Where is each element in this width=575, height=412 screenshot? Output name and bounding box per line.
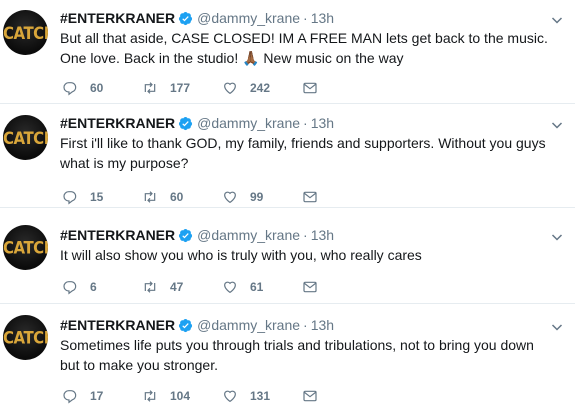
retweet-icon — [144, 281, 156, 293]
like-button[interactable]: 131 — [222, 388, 302, 404]
reply-count: 17 — [90, 389, 104, 403]
handle[interactable]: @dammy_krane — [197, 315, 300, 335]
handle[interactable]: @dammy_krane — [197, 8, 300, 28]
display-name[interactable]: #ENTERKRANER — [60, 8, 175, 28]
like-count: 131 — [250, 389, 271, 403]
message-button[interactable] — [302, 189, 382, 205]
timestamp[interactable]: 13h — [311, 8, 334, 28]
reply-button[interactable]: 60 — [62, 80, 142, 96]
reply-icon — [63, 191, 77, 205]
retweet-count: 177 — [170, 81, 191, 95]
chevron-down-icon[interactable] — [551, 14, 563, 26]
handle[interactable]: @dammy_krane — [197, 113, 300, 133]
tweet-text: But all that aside, CASE CLOSED! IM A FR… — [60, 30, 548, 66]
like-icon — [224, 281, 236, 294]
tweet-text: It will also show you who is truly with … — [60, 247, 422, 263]
display-name[interactable]: #ENTERKRANER — [60, 113, 175, 133]
message-icon — [303, 191, 317, 203]
retweet-icon — [144, 390, 156, 402]
reply-count: 60 — [90, 81, 104, 95]
tweet[interactable]: CATCH #ENTERKRANER @dammy_krane · 13h Bu… — [0, 0, 575, 104]
avatar-logo-text: CATCH — [3, 22, 48, 44]
message-button[interactable] — [302, 279, 382, 295]
like-icon — [224, 390, 236, 403]
timestamp[interactable]: 13h — [311, 225, 334, 245]
timestamp[interactable]: 13h — [311, 113, 334, 133]
retweet-button[interactable]: 47 — [142, 279, 222, 295]
like-count: 61 — [250, 280, 264, 294]
display-name[interactable]: #ENTERKRANER — [60, 225, 175, 245]
retweet-icon — [144, 191, 156, 203]
retweet-button[interactable]: 104 — [142, 388, 222, 404]
message-button[interactable] — [302, 388, 382, 404]
tweet[interactable]: CATCH #ENTERKRANER @dammy_krane · 13h Fi… — [0, 105, 575, 208]
verified-badge-icon — [179, 228, 193, 242]
reply-icon — [63, 82, 77, 96]
retweet-icon — [144, 82, 156, 94]
verified-badge-icon — [179, 318, 193, 332]
retweet-button[interactable]: 177 — [142, 80, 222, 96]
like-button[interactable]: 242 — [222, 80, 302, 96]
avatar[interactable]: CATCH — [3, 10, 48, 55]
retweet-count: 104 — [170, 389, 191, 403]
tweet-feed: CATCH #ENTERKRANER @dammy_krane · 13h Bu… — [0, 0, 575, 412]
message-icon — [303, 281, 317, 293]
like-button[interactable]: 99 — [222, 189, 302, 205]
avatar-logo-text: CATCH — [3, 127, 48, 149]
tweet[interactable]: CATCH #ENTERKRANER @dammy_krane · 13h It… — [0, 209, 575, 304]
tweet-text: Sometimes life puts you through trials a… — [60, 337, 534, 373]
like-count: 99 — [250, 190, 264, 204]
reply-button[interactable]: 6 — [62, 279, 142, 295]
verified-badge-icon — [179, 11, 193, 25]
chevron-down-icon[interactable] — [551, 119, 563, 131]
handle[interactable]: @dammy_krane — [197, 225, 300, 245]
avatar[interactable]: CATCH — [3, 315, 48, 360]
reply-icon — [63, 281, 77, 295]
like-count: 242 — [250, 81, 271, 95]
like-icon — [224, 191, 236, 204]
chevron-down-icon[interactable] — [551, 321, 563, 333]
verified-badge-icon — [179, 116, 193, 130]
timestamp[interactable]: 13h — [311, 315, 334, 335]
avatar[interactable]: CATCH — [3, 115, 48, 160]
message-icon — [303, 390, 317, 402]
message-icon — [303, 82, 317, 94]
reply-button[interactable]: 15 — [62, 189, 142, 205]
display-name[interactable]: #ENTERKRANER — [60, 315, 175, 335]
avatar-logo-text: CATCH — [3, 327, 48, 349]
reply-button[interactable]: 17 — [62, 388, 142, 404]
message-button[interactable] — [302, 80, 382, 96]
avatar[interactable]: CATCH — [3, 225, 48, 270]
like-icon — [224, 82, 236, 95]
tweet[interactable]: CATCH #ENTERKRANER @dammy_krane · 13h So… — [0, 305, 575, 412]
retweet-count: 47 — [170, 280, 184, 294]
chevron-down-icon[interactable] — [551, 231, 563, 243]
like-button[interactable]: 61 — [222, 279, 302, 295]
reply-count: 6 — [90, 280, 97, 294]
tweet-text: First i'll like to thank GOD, my family,… — [60, 135, 546, 171]
retweet-button[interactable]: 60 — [142, 189, 222, 205]
avatar-logo-text: CATCH — [3, 237, 48, 259]
retweet-count: 60 — [170, 190, 184, 204]
reply-count: 15 — [90, 190, 104, 204]
reply-icon — [63, 390, 77, 404]
